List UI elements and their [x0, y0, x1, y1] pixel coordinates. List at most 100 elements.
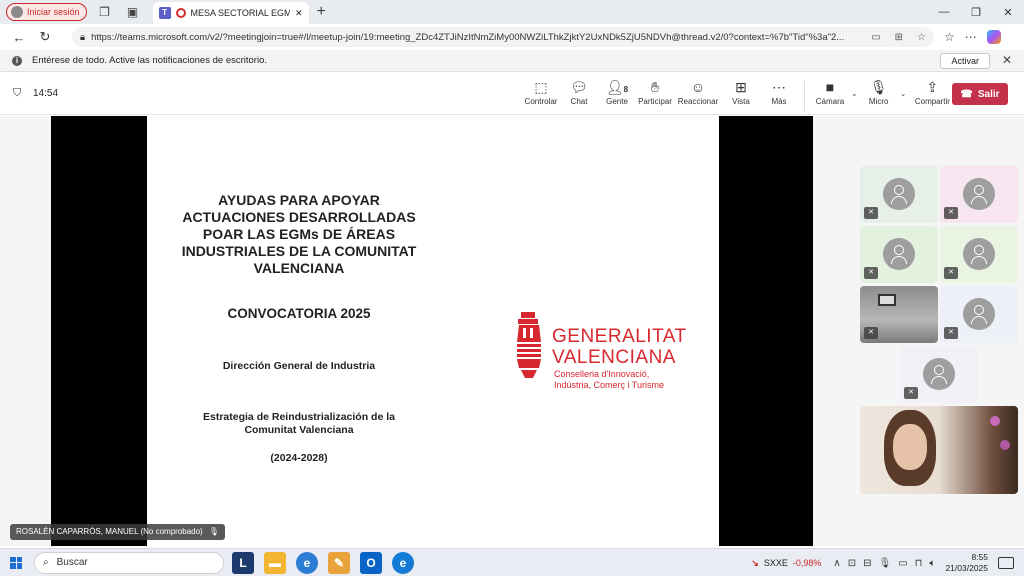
conselleria-line2: Indústria, Comerç i Turisme — [554, 380, 665, 390]
wall-picture — [878, 294, 896, 306]
info-icon: i — [12, 55, 22, 66]
share-label: Compartir — [914, 97, 950, 106]
more-button[interactable]: ⋯ Más — [760, 79, 798, 113]
self-video-tile[interactable] — [860, 406, 1018, 494]
teams-icon: T — [158, 7, 171, 19]
internet-explorer-icon[interactable]: e — [296, 551, 318, 574]
taskbar-search[interactable]: ⌕ Buscar — [34, 551, 224, 574]
shield-icon: ⛉ — [13, 87, 22, 99]
participant-tile[interactable]: ✕ — [900, 346, 978, 403]
participant-tile[interactable]: ✕ — [940, 226, 1018, 283]
profile-icon — [11, 6, 23, 18]
control-icon: ⬚ — [534, 79, 548, 95]
favorite-star-icon[interactable]: ☆ — [917, 32, 926, 43]
workspaces-icon[interactable]: ❐ — [95, 2, 115, 22]
file-explorer-icon[interactable]: ▬ — [264, 551, 286, 574]
share-button[interactable]: ⇪ Compartir — [908, 79, 956, 113]
restore-icon[interactable]: ❐ — [960, 0, 992, 24]
avatar — [883, 238, 915, 270]
menu-icon[interactable]: ⋯ — [965, 30, 977, 44]
network-icon[interactable]: ⊟ — [863, 558, 871, 569]
network-wired-icon[interactable]: ⊓ — [915, 558, 923, 569]
view-button[interactable]: ⊞ Vista — [722, 79, 760, 113]
raise-hand-icon: ✋︎ — [651, 79, 659, 95]
participant-tile[interactable]: ✕ — [860, 166, 938, 223]
presentation-slide: AYUDAS PARA APOYAR ACTUACIONES DESARROLL… — [147, 116, 719, 546]
slide-convocatoria: CONVOCATORIA 2025 — [227, 306, 371, 321]
chevron-up-icon[interactable]: ∧ — [833, 558, 840, 569]
camera-options-chevron-icon[interactable]: ⌄ — [851, 79, 858, 113]
org-name-line1: GENERALITAT — [552, 326, 687, 347]
slide-direccion: Dirección General de Industria — [222, 360, 376, 372]
close-tab-icon[interactable]: ✕ — [295, 8, 303, 19]
tab-teams-meeting[interactable]: T MESA SECTORIAL EGMs | Mi ✕ — [152, 2, 309, 24]
raise-hand-label: Participar — [638, 97, 672, 106]
react-button[interactable]: ☺ Reaccionar — [674, 79, 722, 113]
outlook-icon[interactable]: O — [360, 551, 382, 574]
mic-options-chevron-icon[interactable]: ⌄ — [900, 79, 907, 113]
people-button[interactable]: 👤︎8 Gente — [598, 79, 636, 113]
meeting-controls: ⬚ Controlar 💬︎ Chat 👤︎8 Gente ✋︎ Partici… — [522, 79, 956, 113]
back-icon[interactable]: ← — [6, 30, 32, 45]
view-icon: ⊞ — [735, 79, 747, 95]
pinned-apps: L ▬ e ✎ O e — [232, 551, 414, 574]
hang-up-icon: ☎︎ — [960, 88, 973, 100]
control-label: Controlar — [524, 97, 558, 106]
participant-tile[interactable]: ✕ — [860, 226, 938, 283]
conselleria-line1: Conselleria d'Innovació, — [554, 369, 650, 379]
avatar — [963, 178, 995, 210]
clock-time: 8:55 — [971, 552, 988, 562]
camera-permission-icon[interactable]: ▭ — [871, 32, 880, 43]
org-name: GENERALITAT VALENCIANA — [552, 326, 687, 368]
clock[interactable]: 8:55 21/03/2025 — [945, 552, 988, 574]
chat-button[interactable]: 💬︎ Chat — [560, 79, 598, 113]
search-icon: ⌕ — [43, 557, 49, 568]
battery-icon[interactable]: ▭ — [898, 558, 907, 569]
new-tab-button[interactable]: + — [317, 3, 326, 21]
refresh-icon[interactable]: ↻ — [32, 29, 58, 45]
leave-button[interactable]: ☎︎ Salir — [952, 83, 1008, 105]
copilot-icon[interactable] — [986, 30, 1001, 44]
participant-video-tile[interactable]: ✕ — [860, 286, 938, 343]
favorites-icon[interactable]: ☆ — [944, 30, 955, 44]
close-notification-icon[interactable]: ✕ — [1002, 53, 1012, 67]
stock-widget[interactable]: ↘ SXXE -0,98% — [751, 558, 821, 569]
url-field[interactable]: 🔒︎ https://teams.microsoft.com/v2/?meeti… — [72, 27, 934, 47]
search-placeholder: Buscar — [56, 557, 88, 568]
view-label: Vista — [732, 97, 750, 106]
notification-center-icon[interactable] — [998, 557, 1014, 569]
chat-icon: 💬︎ — [570, 79, 588, 95]
l-app-icon[interactable]: L — [232, 551, 254, 574]
raise-hand-button[interactable]: ✋︎ Participar — [636, 79, 674, 113]
tab-actions-icon[interactable]: ▣ — [123, 2, 143, 22]
slide-periodo: (2024-2028) — [270, 452, 328, 464]
edge-icon[interactable]: e — [392, 551, 414, 574]
start-button-icon[interactable] — [10, 556, 22, 569]
camera-button[interactable]: ■ Cámara — [811, 79, 849, 113]
address-bar-row: ← ↻ 🔒︎ https://teams.microsoft.com/v2/?m… — [0, 24, 1024, 50]
app-available-icon[interactable]: ⊞ — [895, 32, 903, 43]
control-button[interactable]: ⬚ Controlar — [522, 79, 560, 113]
muted-icon: ✕ — [944, 207, 958, 219]
close-window-icon[interactable]: ✕ — [992, 0, 1024, 24]
notes-app-icon[interactable]: ✎ — [328, 551, 350, 574]
microphone-icon[interactable]: 🎙︎ — [878, 558, 891, 569]
minimize-icon[interactable]: — — [928, 0, 960, 24]
conselleria-name: Conselleria d'Innovació, Indústria, Come… — [554, 369, 664, 391]
activate-button[interactable]: Activar — [940, 53, 990, 69]
avatar — [963, 238, 995, 270]
leave-label: Salir — [977, 88, 1000, 100]
participant-tile[interactable]: ✕ — [940, 166, 1018, 223]
shared-screen: AYUDAS PARA APOYAR ACTUACIONES DESARROLL… — [51, 116, 813, 546]
system-tray: ↘ SXXE -0,98% ∧ ⊡ ⊟ 🎙︎ ▭ ⊓ 🔈︎ 8:55 21/03… — [751, 549, 1024, 577]
signin-button[interactable]: Iniciar sesión — [6, 3, 87, 21]
generalitat-logo — [517, 312, 541, 378]
share-icon: ⇪ — [926, 79, 939, 95]
muted-mic-icon: 🎙︎ — [208, 527, 219, 536]
meet-now-icon[interactable]: ⊡ — [848, 558, 856, 569]
participant-tile[interactable]: ✕ — [940, 286, 1018, 343]
mic-button[interactable]: 🎙︎ Micro — [860, 79, 898, 113]
more-label: Más — [771, 97, 787, 106]
recording-icon — [175, 8, 186, 18]
volume-icon[interactable]: 🔈︎ — [929, 558, 935, 569]
